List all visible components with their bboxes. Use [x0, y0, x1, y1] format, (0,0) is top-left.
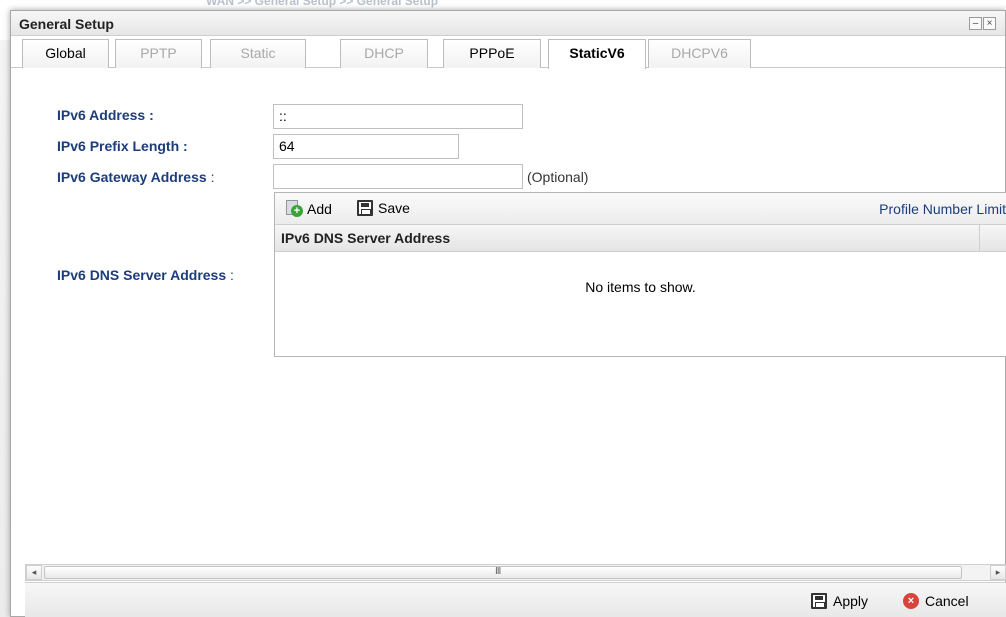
- prefix-length-label-colon: :: [183, 138, 188, 154]
- save-button-label: Save: [378, 200, 410, 216]
- dialog-titlebar[interactable]: General Setup – ×: [11, 11, 1005, 36]
- dns-grid-empty-message: No items to show.: [585, 279, 696, 295]
- prefix-length-field[interactable]: 64: [273, 134, 459, 159]
- apply-button-label: Apply: [833, 593, 869, 609]
- add-button-label: Add: [307, 200, 332, 217]
- dns-server-address-label-text: IPv6 DNS Server Address: [57, 267, 227, 283]
- background-breadcrumb: WAN >> General Setup >> General Setup: [196, 0, 616, 10]
- general-setup-dialog: General Setup – × Global PPTP Static DHC…: [10, 10, 1006, 617]
- dialog-title: General Setup: [19, 16, 114, 32]
- add-button[interactable]: + Add: [285, 200, 332, 217]
- scroll-right-arrow-icon[interactable]: ▸: [990, 565, 1006, 580]
- column-separator: [979, 225, 980, 252]
- gateway-address-label: IPv6 Gateway Address :: [57, 169, 214, 185]
- dns-grid-toolbar: + Add Save Profile Number Limit: [275, 193, 1006, 225]
- gateway-optional-hint: (Optional): [527, 169, 589, 185]
- tab-pppoe[interactable]: PPPoE: [443, 39, 541, 68]
- tab-global[interactable]: Global: [22, 39, 109, 68]
- tab-bar: Global PPTP Static DHCP PPPoE StaticV6 D…: [11, 36, 1005, 69]
- ipv6-address-field[interactable]: ::: [273, 104, 523, 129]
- prefix-length-label-text: IPv6 Prefix Length: [57, 138, 180, 154]
- ipv6-address-label: IPv6 Address :: [57, 107, 154, 123]
- ipv6-address-label-colon: :: [149, 107, 154, 123]
- dns-server-address-label: IPv6 DNS Server Address :: [57, 267, 234, 283]
- profile-number-limit-link[interactable]: Profile Number Limit: [879, 201, 1006, 217]
- dns-server-address-label-colon: :: [230, 267, 234, 283]
- dns-grid-header: IPv6 DNS Server Address: [275, 225, 1006, 252]
- save-button[interactable]: Save: [357, 200, 410, 216]
- tab-pptp[interactable]: PPTP: [115, 39, 202, 68]
- scrollbar-grip-icon: III: [495, 566, 501, 577]
- gateway-address-label-text: IPv6 Gateway Address: [57, 169, 207, 185]
- tab-static[interactable]: Static: [210, 39, 306, 68]
- gateway-address-label-colon: :: [210, 169, 215, 185]
- save-icon: [357, 200, 373, 216]
- horizontal-scrollbar[interactable]: ◂ III ▸: [25, 564, 1006, 581]
- prefix-length-label: IPv6 Prefix Length :: [57, 138, 188, 154]
- cancel-icon: ×: [903, 593, 919, 609]
- background-sidebar-strip: [0, 40, 10, 617]
- dialog-footer: Apply × Cancel: [25, 582, 1006, 617]
- cancel-button-label: Cancel: [925, 593, 969, 609]
- ipv6-address-label-text: IPv6 Address: [57, 107, 146, 123]
- gateway-address-field[interactable]: [273, 164, 523, 189]
- apply-save-icon: [811, 593, 827, 609]
- scrollbar-thumb[interactable]: III: [44, 566, 962, 579]
- tab-staticv6[interactable]: StaticV6: [548, 39, 646, 69]
- column-header-ipv6-dns-server-address[interactable]: IPv6 DNS Server Address: [281, 230, 450, 246]
- minimize-button[interactable]: –: [969, 17, 982, 30]
- close-button[interactable]: ×: [983, 17, 996, 30]
- tab-dhcp[interactable]: DHCP: [340, 39, 428, 68]
- scroll-left-arrow-icon[interactable]: ◂: [26, 565, 42, 580]
- add-icon: +: [285, 200, 303, 217]
- background-breadcrumb-text: WAN >> General Setup >> General Setup: [206, 0, 439, 8]
- tab-dhcpv6[interactable]: DHCPV6: [648, 39, 751, 68]
- apply-button[interactable]: Apply: [811, 593, 868, 609]
- cancel-button[interactable]: × Cancel: [903, 593, 969, 609]
- dns-server-grid: + Add Save Profile Number Limit IPv6 DNS…: [274, 192, 1006, 357]
